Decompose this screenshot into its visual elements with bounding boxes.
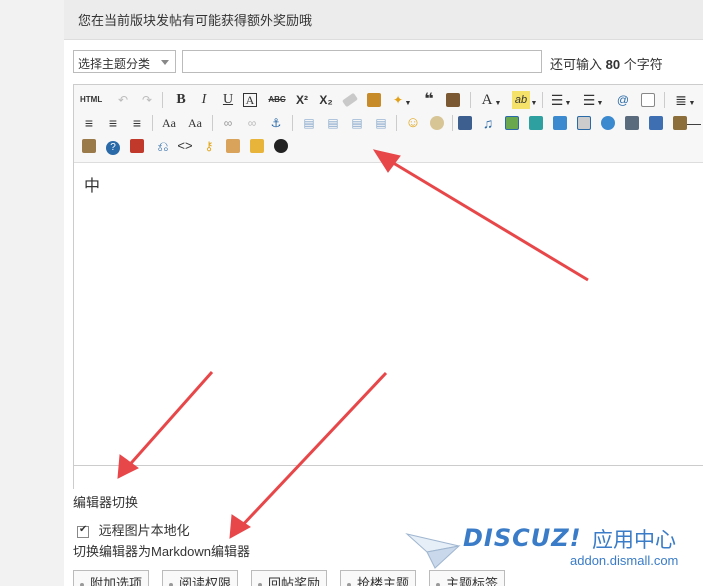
- arrow-to-switch: [123, 371, 214, 471]
- paper-plane-icon: [405, 533, 461, 569]
- logo-brand: DISCUZ!: [463, 524, 582, 552]
- arrow-head: [372, 149, 401, 173]
- arrow-to-markdown: [236, 371, 388, 532]
- arrow-to-toolbar: [384, 156, 589, 282]
- logo-cn: 应用中心: [592, 529, 676, 552]
- logo-url: addon.dismall.com: [570, 553, 679, 568]
- discuz-logo: DISCUZ! 应用中心 addon.dismall.com: [405, 524, 703, 572]
- annotation-arrows: [117, 149, 589, 539]
